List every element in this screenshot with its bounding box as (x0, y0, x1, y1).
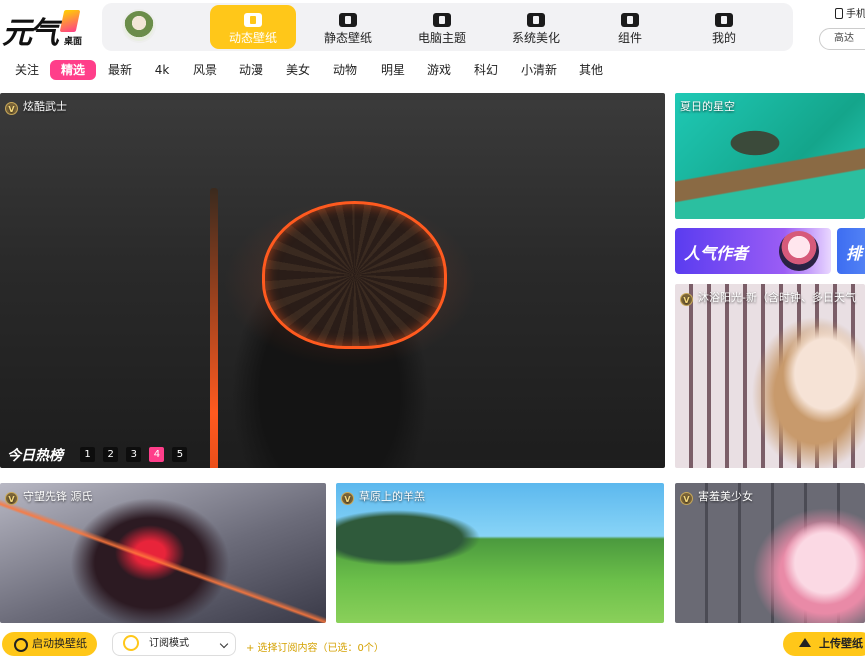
logo-text: 元气 (2, 16, 59, 51)
profile-icon (715, 13, 733, 27)
hero-page-3[interactable]: 3 (126, 447, 142, 462)
image-icon (339, 13, 357, 27)
upload-wallpaper-button[interactable]: 上传壁纸 (783, 632, 865, 656)
tab-4k[interactable]: 4k (152, 60, 172, 80)
hero-wallpaper-card[interactable]: V 炫酷武士 今日热榜 1 2 3 4 5 (0, 93, 665, 468)
subscribe-mode-select[interactable]: 订阅模式 (112, 632, 236, 656)
nav-widgets[interactable]: 组件 (587, 5, 673, 49)
nav-system-beautify[interactable]: 系统美化 (493, 5, 579, 49)
vip-badge-icon: V (680, 293, 693, 306)
hero-staff-art (210, 188, 218, 468)
hero-page-4[interactable]: 4 (149, 447, 165, 462)
hero-hat-art (262, 201, 447, 349)
category-tabs: 关注 精选 最新 4k 风景 动漫 美女 动物 明星 游戏 科幻 小清新 其他 (0, 58, 865, 84)
hero-page-5[interactable]: 5 (172, 447, 188, 462)
hero-title: V 炫酷武士 (5, 98, 67, 115)
auto-change-wallpaper-button[interactable]: 启动换壁纸 (2, 632, 97, 656)
shirt-icon (433, 13, 451, 27)
header-right-button[interactable]: 高达 (819, 28, 865, 50)
main-nav: 动态壁纸 静态壁纸 电脑主题 系统美化 组件 我的 (102, 3, 793, 51)
user-avatar[interactable] (122, 9, 156, 43)
widget-icon (621, 13, 639, 27)
phone-icon (835, 8, 843, 19)
tab-follow[interactable]: 关注 (14, 60, 40, 80)
hot-list-label[interactable]: 今日热榜 (7, 448, 63, 464)
card-title: 夏日的星空 (680, 100, 735, 113)
card-title: V 害羞美少女 (680, 488, 753, 505)
tab-beauty[interactable]: 美女 (285, 60, 311, 80)
vip-badge-icon: V (680, 492, 693, 505)
vip-badge-icon: V (5, 102, 18, 115)
app-header: 元气 桌面 动态壁纸 静态壁纸 电脑主题 系统美化 组件 我的 手机 高达 (0, 0, 865, 56)
card-title: V 守望先锋 源氏 (5, 488, 93, 505)
logo-subtext: 桌面 (64, 37, 83, 47)
tab-games[interactable]: 游戏 (426, 60, 452, 80)
tab-fresh[interactable]: 小清新 (519, 60, 559, 80)
nav-dynamic-wallpaper[interactable]: 动态壁纸 (210, 5, 296, 49)
tab-stars[interactable]: 明星 (380, 60, 406, 80)
popular-authors-banner[interactable]: 人气作者 (675, 228, 831, 274)
hero-footer: 今日热榜 1 2 3 4 5 (7, 444, 190, 464)
tab-other[interactable]: 其他 (578, 60, 604, 80)
bottom-bar: 启动换壁纸 订阅模式 + 选择订阅内容（已选：0个） 上传壁纸 (0, 627, 865, 656)
app-logo[interactable]: 元气 桌面 (2, 6, 86, 51)
banner-title: 排 (846, 244, 863, 263)
wallpaper-card-genji[interactable]: V 守望先锋 源氏 (0, 483, 326, 623)
tab-animals[interactable]: 动物 (332, 60, 358, 80)
banner-title: 人气作者 (684, 244, 749, 263)
vip-badge-icon: V (5, 492, 18, 505)
wallpaper-card-summer-sky[interactable]: 夏日的星空 (675, 93, 865, 219)
nav-mine[interactable]: 我的 (681, 5, 767, 49)
tab-featured[interactable]: 精选 (50, 60, 96, 80)
wallpaper-card-lamb[interactable]: V 草原上的羊羔 (336, 483, 664, 623)
card-title: V 草原上的羊羔 (341, 488, 425, 505)
logo-bang-icon (59, 10, 81, 32)
author-avatar (779, 231, 819, 271)
nav-pc-theme[interactable]: 电脑主题 (399, 5, 485, 49)
wallpaper-card-sunshine[interactable]: V 沐浴阳光-新（含时钟、多日天气 (675, 284, 865, 468)
nav-static-wallpaper[interactable]: 静态壁纸 (305, 5, 391, 49)
hero-page-1[interactable]: 1 (80, 447, 96, 462)
tab-scenery[interactable]: 风景 (192, 60, 218, 80)
tab-latest[interactable]: 最新 (107, 60, 133, 80)
flower-icon (527, 13, 545, 27)
phone-link[interactable]: 手机 (835, 5, 865, 20)
hero-page-2[interactable]: 2 (103, 447, 119, 462)
wallpaper-card-shy-girl[interactable]: V 害羞美少女 (675, 483, 865, 623)
tab-scifi[interactable]: 科幻 (473, 60, 499, 80)
ranking-banner[interactable]: 排 (837, 228, 865, 274)
tab-anime[interactable]: 动漫 (238, 60, 264, 80)
play-icon (244, 13, 262, 27)
card-title: V 沐浴阳光-新（含时钟、多日天气 (680, 289, 856, 306)
chevron-down-icon (219, 639, 229, 649)
vip-badge-icon: V (341, 492, 354, 505)
select-subscription-link[interactable]: + 选择订阅内容（已选：0个） (246, 639, 384, 654)
